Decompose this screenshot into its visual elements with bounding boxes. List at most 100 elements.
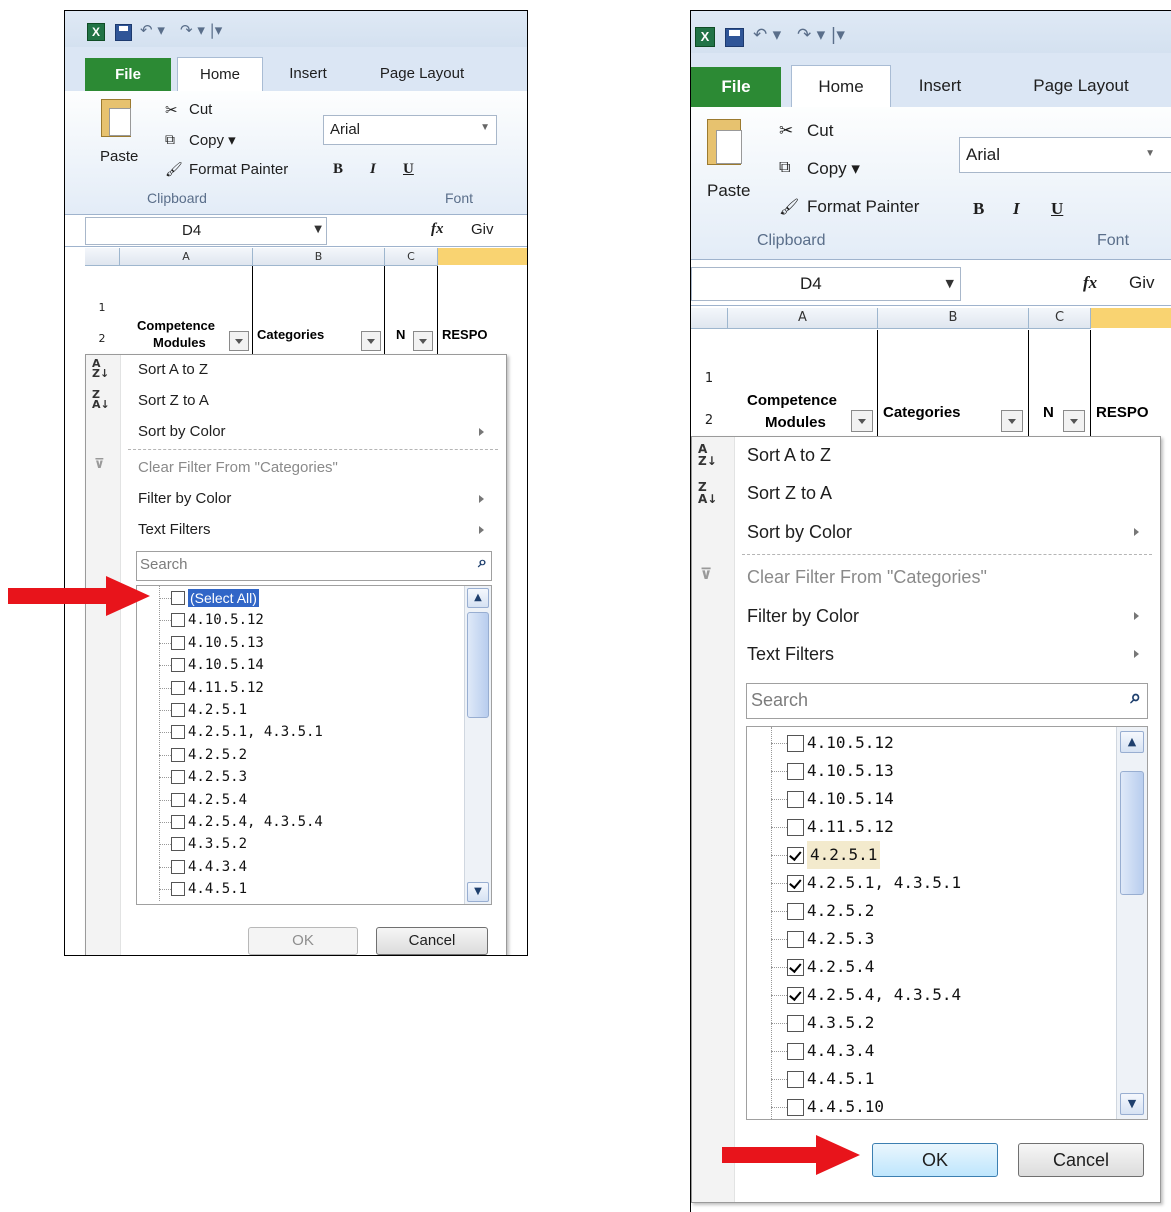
italic-button[interactable]: I [370, 161, 376, 178]
checkbox-unchecked[interactable] [787, 1043, 804, 1060]
redo-icon[interactable]: ↷ ▾ |▾ [797, 25, 845, 45]
list-item[interactable]: 4.2.5.1, 4.3.5.1 [137, 721, 463, 743]
filter-dropdown-b[interactable] [1001, 410, 1023, 432]
menu-text-filters[interactable]: Text Filters [747, 644, 834, 665]
checkbox-unchecked[interactable] [171, 680, 185, 695]
list-item[interactable]: 4.2.5.2 [747, 897, 1115, 925]
checkbox-unchecked[interactable] [171, 837, 185, 852]
checkbox-unchecked[interactable] [171, 635, 185, 650]
ok-button[interactable]: OK [248, 927, 358, 955]
row-header-2[interactable]: 2 [691, 392, 727, 432]
undo-icon[interactable]: ↶ ▾ [140, 21, 165, 39]
checkbox-unchecked[interactable] [787, 1015, 804, 1032]
list-item[interactable]: 4.4.5.1 [747, 1065, 1115, 1093]
font-name-box[interactable]: Arial ▼ [959, 137, 1171, 173]
paste-icon[interactable] [101, 99, 131, 137]
checkbox-unchecked[interactable] [171, 703, 185, 717]
checkbox-unchecked[interactable] [787, 763, 804, 780]
undo-icon[interactable]: ↶ ▾ [753, 25, 781, 45]
list-item[interactable]: 4.3.5.2 [137, 833, 463, 855]
menu-sort-by-color[interactable]: Sort by Color [138, 423, 226, 440]
name-box[interactable]: D4 ▼ [85, 217, 327, 245]
cancel-button[interactable]: Cancel [376, 927, 488, 955]
scroll-up-button[interactable]: ▲ [1120, 731, 1144, 753]
scroll-thumb[interactable] [467, 612, 489, 718]
formula-content[interactable]: Giv [1129, 273, 1155, 293]
list-item[interactable]: 4.11.5.12 [137, 677, 463, 699]
corner-cell[interactable] [85, 248, 120, 266]
scroll-down-button[interactable]: ▼ [467, 882, 489, 902]
checkbox-unchecked[interactable] [787, 819, 804, 836]
list-item[interactable]: 4.2.5.2 [137, 744, 463, 766]
filter-search-input[interactable]: Search ⌕ [136, 551, 492, 581]
tab-page-layout[interactable]: Page Layout [363, 57, 481, 91]
list-item[interactable]: 4.2.5.4, 4.3.5.4 [137, 811, 463, 833]
checkbox-unchecked[interactable] [171, 792, 185, 807]
list-item[interactable]: 4.11.5.12 [747, 813, 1115, 841]
checkbox-unchecked[interactable] [171, 725, 185, 740]
list-item[interactable]: 4.2.5.3 [137, 766, 463, 788]
list-item[interactable]: 4.2.5.1, 4.3.5.1 [747, 869, 1115, 897]
filter-dropdown-a[interactable] [229, 331, 249, 351]
row-header-1[interactable]: 1 [691, 330, 727, 390]
tab-insert[interactable]: Insert [905, 65, 975, 107]
list-item[interactable]: 4.4.5.10 [747, 1093, 1115, 1119]
checkbox-unchecked[interactable] [787, 931, 804, 948]
filter-value-list[interactable]: (Select All) 4.10.5.12 4.10.5.13 4.10.5.14 4… [136, 585, 492, 905]
italic-button[interactable]: I [1013, 199, 1020, 219]
bold-button[interactable]: B [333, 161, 343, 178]
list-item[interactable]: 4.3.5.2 [747, 1009, 1115, 1037]
checkbox-unchecked[interactable] [171, 815, 185, 829]
list-item[interactable]: 4.4.5.1 [137, 878, 463, 900]
row-header-1[interactable]: 1 [85, 266, 119, 316]
checkbox-unchecked[interactable] [171, 591, 185, 605]
paste-button[interactable]: Paste [707, 181, 750, 201]
save-icon[interactable] [725, 28, 744, 47]
column-header-c[interactable]: C [1029, 308, 1091, 329]
list-scrollbar[interactable]: ▲ ▼ [1116, 727, 1147, 1119]
list-item[interactable]: 4.10.5.12 [747, 729, 1115, 757]
checkbox-unchecked[interactable] [171, 658, 185, 673]
formula-content[interactable]: Giv [471, 221, 494, 238]
list-item[interactable]: 4.2.5.4 [137, 789, 463, 811]
list-item[interactable]: 4.2.5.1 [137, 699, 463, 721]
corner-cell[interactable] [691, 308, 728, 329]
tab-home[interactable]: Home [177, 57, 263, 92]
checkbox-unchecked[interactable] [171, 613, 185, 628]
format-painter-button[interactable]: Format Painter [189, 161, 288, 178]
list-item[interactable]: 4.4.3.4 [137, 856, 463, 878]
tab-file[interactable]: File [85, 58, 171, 91]
menu-sort-a-z[interactable]: Sort A to Z [138, 361, 208, 378]
column-header-a[interactable]: A [728, 308, 878, 329]
tab-home[interactable]: Home [791, 65, 891, 108]
ok-button[interactable]: OK [872, 1143, 998, 1177]
copy-button[interactable]: Copy ▾ [189, 131, 236, 149]
column-header-c[interactable]: C [385, 248, 438, 266]
list-item[interactable]: 4.4.3.4 [747, 1037, 1115, 1065]
cut-button[interactable]: Cut [807, 121, 833, 141]
underline-button[interactable]: U [1051, 199, 1063, 219]
filter-dropdown-c[interactable] [1063, 410, 1085, 432]
list-item[interactable]: (Select All) [137, 587, 463, 609]
checkbox-unchecked[interactable] [171, 859, 185, 874]
copy-button[interactable]: Copy ▾ [807, 159, 860, 179]
column-header-b[interactable]: B [253, 248, 385, 266]
menu-sort-z-a[interactable]: Sort Z to A [747, 483, 832, 504]
filter-dropdown-a[interactable] [851, 410, 873, 432]
list-item[interactable]: 4.2.5.4 [747, 953, 1115, 981]
list-item[interactable]: 4.10.5.14 [747, 785, 1115, 813]
column-header-d[interactable] [1091, 308, 1171, 328]
list-item[interactable]: 4.10.5.13 [137, 632, 463, 654]
list-item[interactable]: 4.2.5.3 [747, 925, 1115, 953]
scroll-up-button[interactable]: ▲ [467, 588, 489, 608]
filter-search-input[interactable]: Search ⌕ [746, 683, 1148, 719]
list-item[interactable]: 4.10.5.12 [137, 609, 463, 631]
column-header-b[interactable]: B [878, 308, 1029, 329]
paste-button[interactable]: Paste [100, 148, 138, 165]
filter-dropdown-c[interactable] [413, 331, 433, 351]
checkbox-checked[interactable] [787, 875, 804, 892]
menu-sort-by-color[interactable]: Sort by Color [747, 522, 852, 543]
format-painter-button[interactable]: Format Painter [807, 197, 919, 217]
checkbox-unchecked[interactable] [787, 1071, 804, 1088]
paste-icon[interactable] [707, 119, 742, 165]
